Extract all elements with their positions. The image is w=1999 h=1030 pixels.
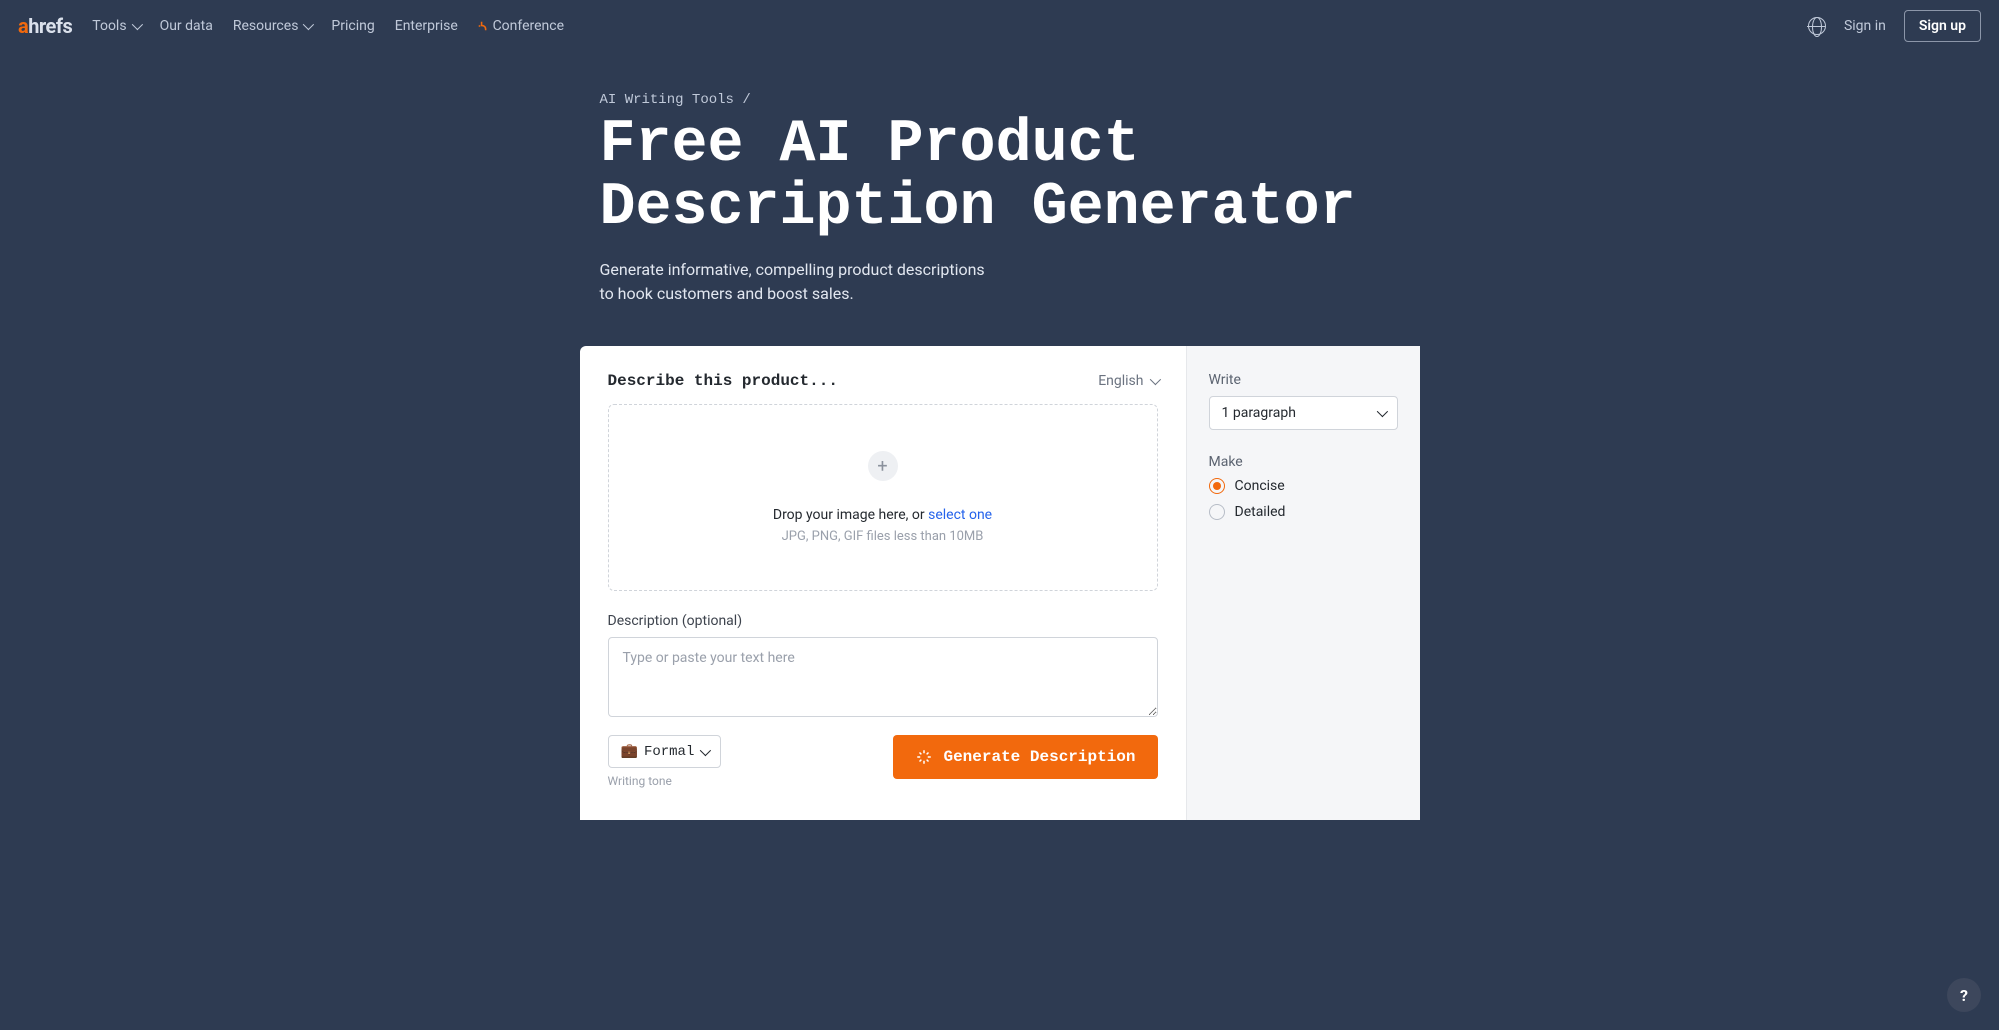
briefcase-icon: 💼 [621,743,638,760]
globe-icon[interactable] [1808,17,1826,35]
section-title: Describe this product... [608,372,838,390]
make-radio-group: Concise Detailed [1209,478,1398,520]
generator-card: Describe this product... English + Drop … [580,346,1420,820]
nav-enterprise[interactable]: Enterprise [395,18,458,34]
nav-pricing[interactable]: Pricing [331,18,374,34]
radio-detailed[interactable]: Detailed [1209,504,1398,520]
write-select[interactable]: 1 paragraph [1209,396,1398,430]
card-sidebar: Write 1 paragraph Make Concise Detailed [1186,346,1420,820]
language-select[interactable]: English [1098,373,1157,389]
drop-prompt: Drop your image here, or select one [629,507,1137,523]
radio-icon [1209,478,1225,494]
sign-in-link[interactable]: Sign in [1844,18,1886,34]
tone-sublabel: Writing tone [608,774,722,788]
page-subtitle: Generate informative, compelling product… [600,258,1000,306]
chevron-down-icon [700,744,711,755]
sparkle-icon [915,748,933,766]
radio-icon [1209,504,1225,520]
description-input[interactable] [608,637,1158,717]
nav-tools[interactable]: Tools [92,18,139,34]
make-label: Make [1209,454,1398,470]
conference-icon: ᔀ [478,20,487,33]
nav-our-data[interactable]: Our data [160,18,213,34]
page-title: Free AI Product Description Generator [600,114,1400,240]
help-button[interactable]: ? [1947,978,1981,1012]
chevron-down-icon [1376,406,1387,417]
chevron-down-icon [131,19,142,30]
card-main: Describe this product... English + Drop … [580,346,1186,820]
nav-conference[interactable]: ᔀ Conference [478,18,564,34]
header-right: Sign in Sign up [1808,10,1981,42]
write-label: Write [1209,372,1398,388]
generate-button[interactable]: Generate Description [893,735,1157,779]
select-file-link[interactable]: select one [928,507,992,523]
plus-icon: + [868,451,898,481]
sign-up-button[interactable]: Sign up [1904,10,1981,42]
nav-resources[interactable]: Resources [233,18,312,34]
radio-concise[interactable]: Concise [1209,478,1398,494]
logo[interactable]: ahrefs [18,14,72,38]
chevron-down-icon [1149,374,1160,385]
hero-section: AI Writing Tools / Free AI Product Descr… [580,92,1420,306]
description-label: Description (optional) [608,613,1158,629]
tone-select[interactable]: 💼 Formal [608,735,722,768]
chevron-down-icon [303,19,314,30]
image-dropzone[interactable]: + Drop your image here, or select one JP… [608,404,1158,591]
breadcrumb[interactable]: AI Writing Tools / [600,92,1400,108]
top-header: ahrefs Tools Our data Resources Pricing … [0,0,1999,52]
drop-subtext: JPG, PNG, GIF files less than 10MB [629,529,1137,544]
main-nav: Tools Our data Resources Pricing Enterpr… [92,18,564,34]
